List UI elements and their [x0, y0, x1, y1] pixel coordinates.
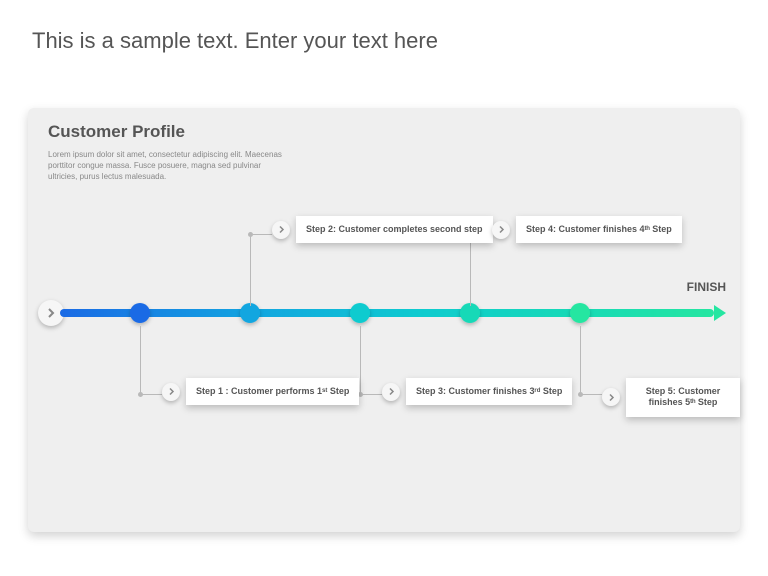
chevron-right-icon — [602, 388, 620, 406]
connector — [580, 326, 581, 394]
step-label: Step 2: Customer completes second step — [296, 216, 493, 243]
connector — [360, 326, 361, 394]
step-callout-5: Step 5: Customer finishes 5ᵗʰ Step — [602, 378, 740, 417]
chevron-right-icon — [272, 221, 290, 239]
chevron-right-icon — [492, 221, 510, 239]
connector — [140, 326, 141, 394]
arrowhead-icon — [714, 305, 726, 321]
connector — [580, 394, 602, 395]
step-label: Step 4: Customer finishes 4ᵗʰ Step — [516, 216, 682, 243]
slide: This is a sample text. Enter your text h… — [0, 0, 768, 576]
timeline-bar — [60, 309, 714, 317]
step-callout-4: Step 4: Customer finishes 4ᵗʰ Step — [492, 216, 682, 243]
connector — [250, 234, 251, 306]
step-callout-2: Step 2: Customer completes second step — [272, 216, 493, 243]
slide-title[interactable]: This is a sample text. Enter your text h… — [32, 28, 438, 54]
step-callout-3: Step 3: Customer finishes 3ʳᵈ Step — [382, 378, 572, 405]
panel-title: Customer Profile — [48, 122, 185, 142]
step-label: Step 1 : Customer performs 1ˢᵗ Step — [186, 378, 359, 405]
chevron-right-icon — [45, 307, 57, 319]
connector — [250, 234, 272, 235]
step-label: Step 3: Customer finishes 3ʳᵈ Step — [406, 378, 572, 405]
timeline-node-5 — [570, 303, 590, 323]
step-label: Step 5: Customer finishes 5ᵗʰ Step — [626, 378, 740, 417]
chevron-right-icon — [382, 383, 400, 401]
step-callout-1: Step 1 : Customer performs 1ˢᵗ Step — [162, 378, 359, 405]
timeline-node-2 — [240, 303, 260, 323]
timeline-node-3 — [350, 303, 370, 323]
chevron-right-icon — [162, 383, 180, 401]
timeline-node-1 — [130, 303, 150, 323]
timeline-node-4 — [460, 303, 480, 323]
timeline — [38, 306, 726, 320]
finish-label: FINISH — [687, 280, 726, 294]
connector — [470, 234, 471, 306]
panel-description: Lorem ipsum dolor sit amet, consectetur … — [48, 150, 288, 182]
connector — [140, 394, 162, 395]
customer-profile-panel: Customer Profile Lorem ipsum dolor sit a… — [28, 108, 740, 532]
connector — [360, 394, 382, 395]
